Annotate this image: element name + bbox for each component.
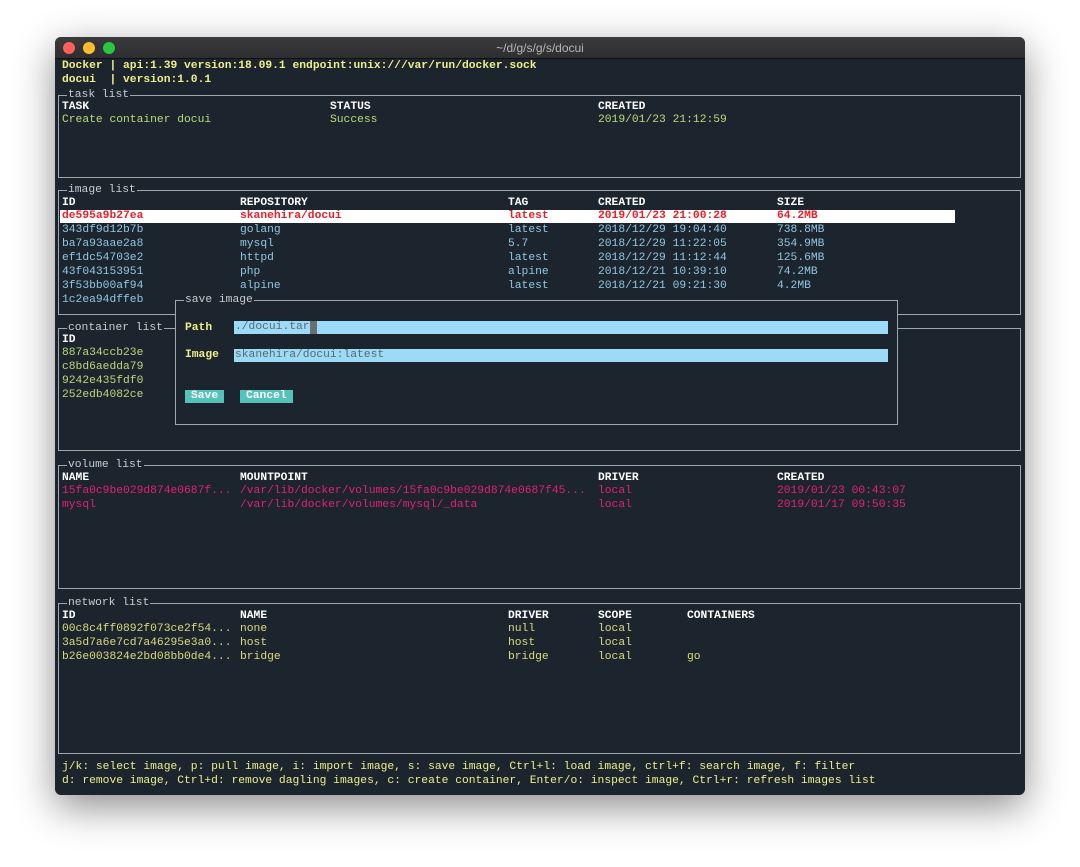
path-input[interactable]: ./docui.tar — [234, 321, 888, 334]
keybindings-line-1: j/k: select image, p: pull image, i: imp… — [62, 761, 856, 773]
table-cell: php — [240, 266, 261, 278]
table-cell: 74.2MB — [777, 266, 818, 278]
table-cell: 2018/12/21 10:39:10 — [598, 266, 727, 278]
column-header: ID — [62, 334, 76, 346]
table-cell: 2019/01/17 09:50:35 — [777, 499, 906, 511]
table-cell: de595a9b27ea — [62, 210, 144, 222]
terminal-window: ~/d/g/s/g/s/docui Docker | api:1.39 vers… — [55, 37, 1025, 795]
table-cell: 43f043153951 — [62, 266, 144, 278]
column-header: STATUS — [330, 101, 371, 113]
table-cell: ba7a93aae2a8 — [62, 238, 144, 250]
table-cell: local — [598, 651, 632, 663]
table-cell: /var/lib/docker/volumes/mysql/_data — [240, 499, 478, 511]
column-header: CREATED — [777, 472, 825, 484]
table-cell: host — [240, 637, 268, 649]
table-cell: 2018/12/29 11:12:44 — [598, 252, 727, 264]
image-list-title: image list — [67, 183, 137, 197]
table-cell: 3f53bb00af94 — [62, 280, 144, 292]
table-cell: httpd — [240, 252, 274, 264]
table-cell: latest — [508, 280, 549, 292]
table-cell: 2018/12/21 09:21:30 — [598, 280, 727, 292]
table-cell: 5.7 — [508, 238, 529, 250]
table-cell: 9242e435fdf0 — [62, 375, 144, 387]
table-cell: /var/lib/docker/volumes/15fa0c9be029d874… — [240, 485, 586, 497]
table-cell: local — [598, 623, 632, 635]
column-header: CREATED — [598, 197, 646, 209]
table-cell: latest — [508, 252, 549, 264]
column-header: CREATED — [598, 101, 646, 113]
column-header: ID — [62, 197, 76, 209]
title-bar: ~/d/g/s/g/s/docui — [55, 37, 1025, 59]
table-cell: none — [240, 623, 268, 635]
network-list-title: network list — [67, 596, 151, 610]
save-image-dialog: save image Path ./docui.tar Image skaneh… — [175, 293, 898, 425]
table-cell: alpine — [240, 280, 281, 292]
table-cell: 738.8MB — [777, 224, 825, 236]
table-cell: b26e003824e2bd08bb0de4... — [62, 651, 232, 663]
task-list-panel[interactable]: task list — [58, 88, 1021, 178]
column-header: SIZE — [777, 197, 805, 209]
text-cursor — [309, 321, 317, 334]
table-cell: 354.9MB — [777, 238, 825, 250]
docker-info: Docker | api:1.39 version:18.09.1 endpoi… — [62, 60, 537, 72]
table-cell: 2019/01/23 00:43:07 — [777, 485, 906, 497]
column-header: ID — [62, 610, 76, 622]
table-cell: local — [598, 637, 632, 649]
save-button[interactable]: Save — [185, 390, 225, 403]
table-cell: latest — [508, 210, 549, 222]
column-header: NAME — [62, 472, 90, 484]
image-label: Image — [185, 349, 219, 361]
path-value: ./docui.tar — [235, 321, 310, 333]
table-cell: 1c2ea94dffeb — [62, 294, 144, 306]
table-cell: ef1dc54703e2 — [62, 252, 144, 264]
table-cell: 343df9d12b7b — [62, 224, 144, 236]
cancel-button[interactable]: Cancel — [240, 390, 293, 403]
table-cell: 3a5d7a6e7cd7a46295e3a0... — [62, 637, 232, 649]
table-cell: 2019/01/23 21:12:59 — [598, 114, 727, 126]
table-cell: bridge — [508, 651, 549, 663]
table-cell: 2019/01/23 21:00:28 — [598, 210, 727, 222]
column-header: DRIVER — [598, 472, 639, 484]
table-cell: Create container docui — [62, 114, 212, 126]
table-cell: 125.6MB — [777, 252, 825, 264]
table-cell: bridge — [240, 651, 281, 663]
table-cell: 252edb4082ce — [62, 389, 144, 401]
table-cell: 2018/12/29 11:22:05 — [598, 238, 727, 250]
path-label: Path — [185, 322, 213, 334]
docui-info: docui | version:1.0.1 — [62, 74, 212, 86]
keybindings-line-2: d: remove image, Ctrl+d: remove dagling … — [62, 775, 876, 787]
column-header: DRIVER — [508, 610, 549, 622]
table-cell: latest — [508, 224, 549, 236]
table-cell: 64.2MB — [777, 210, 818, 222]
column-header: TASK — [62, 101, 90, 113]
table-cell: mysql — [240, 238, 274, 250]
table-cell: host — [508, 637, 536, 649]
column-header: MOUNTPOINT — [240, 472, 308, 484]
column-header: NAME — [240, 610, 268, 622]
table-cell: Success — [330, 114, 378, 126]
container-list-title: container list — [67, 321, 164, 335]
image-input[interactable]: skanehira/docui:latest — [234, 349, 888, 362]
column-header: CONTAINERS — [687, 610, 755, 622]
column-header: REPOSITORY — [240, 197, 308, 209]
table-cell: mysql — [62, 499, 96, 511]
table-cell: local — [598, 485, 632, 497]
table-cell: skanehira/docui — [240, 210, 342, 222]
table-cell: 15fa0c9be029d874e0687f... — [62, 485, 232, 497]
table-cell: 887a34ccb23e — [62, 347, 144, 359]
table-cell: 2018/12/29 19:04:40 — [598, 224, 727, 236]
column-header: SCOPE — [598, 610, 632, 622]
table-cell: 4.2MB — [777, 280, 811, 292]
table-cell: null — [508, 623, 536, 635]
table-cell: 00c8c4ff0892f073ce2f54... — [62, 623, 232, 635]
table-cell: go — [687, 651, 701, 663]
table-cell: golang — [240, 224, 281, 236]
table-cell: local — [598, 499, 632, 511]
window-title: ~/d/g/s/g/s/docui — [496, 41, 584, 55]
table-cell: c8bd6aedda79 — [62, 361, 144, 373]
column-header: TAG — [508, 197, 529, 209]
table-cell: alpine — [508, 266, 549, 278]
save-image-title: save image — [184, 293, 254, 307]
volume-list-title: volume list — [67, 458, 144, 472]
